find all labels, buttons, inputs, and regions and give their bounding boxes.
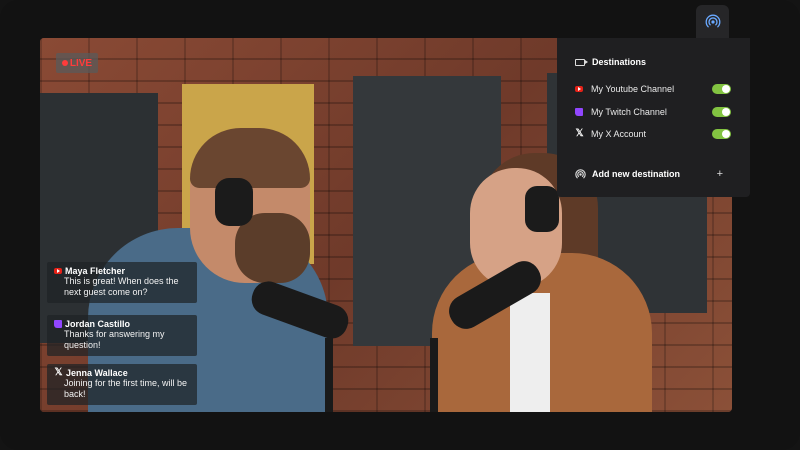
broadcast-button[interactable] [696,5,729,38]
chat-message: 𝕏 Jenna Wallace Joining for the first ti… [47,364,197,405]
broadcast-icon [705,14,720,27]
camera-icon [575,58,588,66]
live-label: LIVE [69,57,93,69]
host-headphones [215,178,253,226]
chat-author: Maya Fletcher [65,266,126,276]
chat-author: Jenna Wallace [66,368,128,378]
destinations-header: Destinations [575,57,646,67]
youtube-icon [54,268,62,274]
live-dot-icon [61,60,68,66]
youtube-icon [575,86,583,92]
broadcast-icon [575,168,586,178]
twitch-icon [54,320,62,328]
x-icon: 𝕏 [54,367,63,378]
destination-x: 𝕏 My X Account [575,127,731,141]
chat-message: Jordan Castillo Thanks for answering my … [47,315,197,356]
live-badge: LIVE [56,53,98,73]
chat-text: This is great! When does the next guest … [64,276,179,297]
chat-message: Maya Fletcher This is great! When does t… [47,262,197,303]
destination-youtube: My Youtube Channel [575,82,731,96]
destination-twitch: My Twitch Channel [575,105,731,119]
destination-label: My X Account [591,129,647,139]
guest-headphones [525,186,559,232]
destination-toggle[interactable] [712,129,731,139]
chat-text: Thanks for answering my question! [64,329,165,350]
destinations-title: Destinations [592,57,647,67]
destination-toggle[interactable] [712,84,731,94]
x-icon: 𝕏 [575,128,584,139]
destination-label: My Twitch Channel [591,107,667,117]
chat-author: Jordan Castillo [65,319,131,329]
destination-label: My Youtube Channel [591,84,675,94]
plus-icon: + [716,168,723,180]
mic-stand [430,338,438,412]
add-destination-button[interactable]: Add new destination + [575,167,723,181]
destination-toggle[interactable] [712,107,731,117]
twitch-icon [575,108,583,116]
chat-text: Joining for the first time, will be back… [64,378,188,399]
app-frame: LIVE Maya Fletcher This is great! When d… [0,0,800,450]
mic-stand [325,338,333,412]
guest-shirt [510,293,550,412]
destinations-panel: Destinations My Youtube Channel My Twitc… [557,38,750,197]
add-destination-label: Add new destination [592,169,681,179]
